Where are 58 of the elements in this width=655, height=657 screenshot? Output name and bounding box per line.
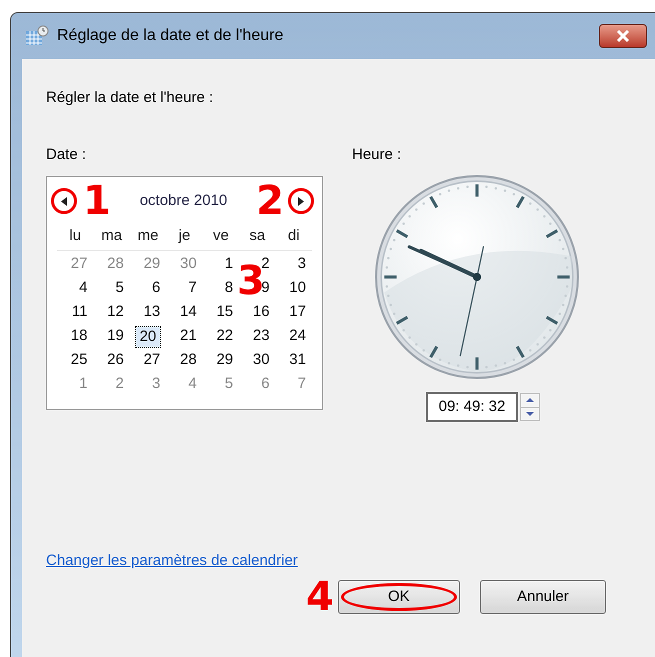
- window-title: Réglage de la date et de l'heure: [57, 26, 284, 46]
- weekday-header: sa: [248, 226, 266, 246]
- close-icon: [616, 30, 630, 42]
- calendar-day[interactable]: 12: [106, 302, 125, 324]
- calendar-day[interactable]: 13: [142, 302, 162, 324]
- calendar-day[interactable]: 31: [288, 350, 307, 372]
- down-arrow-icon: [526, 412, 534, 416]
- instruction-text: Régler la date et l'heure :: [46, 88, 214, 108]
- date-label: Date :: [46, 144, 88, 164]
- annotation-number: 2: [256, 181, 284, 221]
- left-triangle-icon: [61, 196, 67, 206]
- weekday-header: ve: [212, 226, 230, 246]
- calendar-day[interactable]: 11: [70, 302, 88, 324]
- calendar-day[interactable]: 1: [224, 254, 234, 276]
- calendar-day[interactable]: 18: [70, 326, 88, 348]
- time-spinner[interactable]: [520, 393, 540, 421]
- calendar-day[interactable]: 14: [179, 302, 198, 324]
- calendar-day[interactable]: 5: [114, 278, 125, 300]
- calendar-day[interactable]: 21: [179, 326, 198, 348]
- calendar-day[interactable]: 19: [106, 326, 125, 348]
- calendar-day[interactable]: 25: [70, 350, 88, 372]
- calendar-day[interactable]: 26: [106, 350, 125, 372]
- calendar-day[interactable]: 28: [179, 350, 198, 372]
- previous-month-button[interactable]: [51, 188, 77, 214]
- up-arrow-icon: [526, 398, 534, 402]
- calendar-day[interactable]: 15: [215, 302, 234, 324]
- calendar-settings-link[interactable]: Changer les paramètres de calendrier: [46, 552, 298, 569]
- weekday-header: ma: [100, 226, 124, 246]
- cancel-button[interactable]: Annuler: [480, 580, 606, 614]
- calendar-day[interactable]: 10: [288, 278, 307, 300]
- annotation-number: 1: [83, 181, 111, 221]
- weekday-header: je: [177, 226, 192, 246]
- time-field[interactable]: 09: 49: 32: [426, 392, 518, 422]
- calendar-day[interactable]: 6: [150, 278, 162, 300]
- calendar-day[interactable]: 24: [288, 326, 307, 348]
- calendar-day[interactable]: 8: [224, 278, 234, 300]
- time-label: Heure :: [352, 144, 402, 164]
- right-triangle-icon: [298, 196, 304, 206]
- calendar-day[interactable]: 20: [134, 326, 162, 348]
- weekday-header: lu: [68, 226, 82, 246]
- calendar-day[interactable]: 4: [78, 278, 88, 300]
- calendar-day[interactable]: 16: [252, 302, 271, 324]
- ok-button[interactable]: OK: [338, 580, 460, 614]
- calendar-icon: [25, 25, 49, 47]
- calendar-day[interactable]: 3: [296, 254, 307, 276]
- calendar-day[interactable]: 17: [288, 302, 307, 324]
- weekday-header: di: [286, 226, 301, 246]
- calendar-day[interactable]: 27: [142, 350, 162, 372]
- weekday-header: me: [136, 226, 160, 246]
- calendar-day[interactable]: 7: [187, 278, 198, 300]
- annotation-number: 4: [306, 577, 334, 617]
- calendar-day[interactable]: 30: [252, 350, 271, 372]
- month-title[interactable]: octobre 2010: [110, 190, 256, 212]
- next-month-button[interactable]: [288, 188, 314, 214]
- calendar-day[interactable]: 23: [252, 326, 271, 348]
- calendar-day[interactable]: 22: [215, 326, 234, 348]
- calendar-day[interactable]: 29: [215, 350, 234, 372]
- close-button[interactable]: [599, 24, 647, 48]
